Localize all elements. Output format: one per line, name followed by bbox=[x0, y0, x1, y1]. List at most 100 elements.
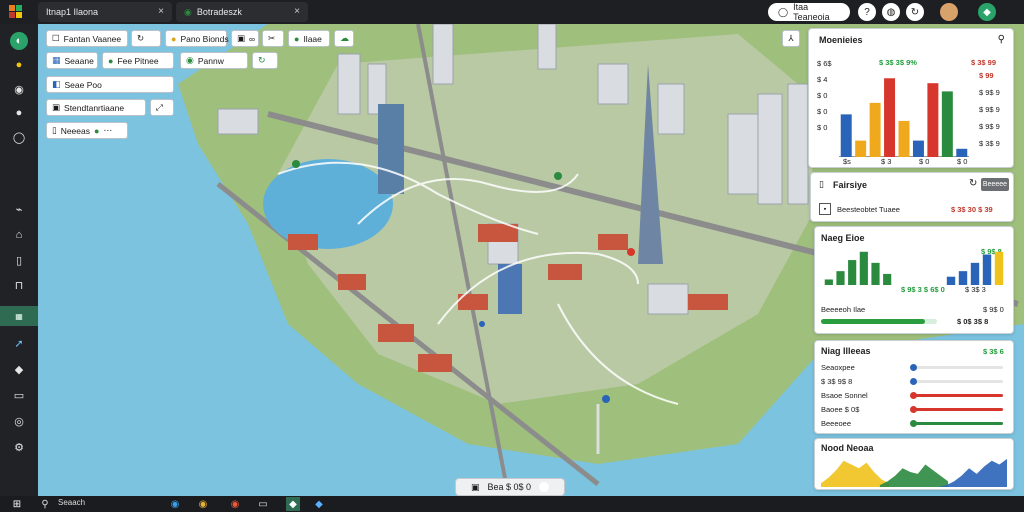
left-axis-label: $ 0 bbox=[817, 107, 828, 116]
bottom-chip[interactable]: ▣ Bea $ 0$ 0 bbox=[455, 478, 565, 496]
toolbar-chip-2[interactable]: ● Pano Bionds bbox=[165, 30, 229, 47]
map-settings-button[interactable]: ⅄ bbox=[782, 30, 800, 47]
active-tool-icon[interactable]: ▦ bbox=[0, 306, 38, 326]
refresh-icon[interactable]: ↻ bbox=[969, 178, 977, 189]
toolbar-chip-10[interactable]: ▣ Stendtanrtiaane bbox=[46, 99, 146, 116]
right-axis-label: $ 99 bbox=[979, 71, 994, 80]
layers-icon[interactable]: ◉ bbox=[10, 80, 28, 98]
close-icon[interactable]: × bbox=[158, 6, 164, 17]
toolbar-chip-7[interactable]: ● Fee Pitnee bbox=[102, 52, 174, 69]
naeg-mid-left: $ 9$ 3 $ 6$ 0 bbox=[901, 285, 945, 294]
left-axis-label: $ 0 bbox=[817, 123, 828, 132]
home-icon[interactable]: ◐ bbox=[10, 32, 28, 50]
account-pill-label: Itaa Teaneoia bbox=[793, 2, 830, 22]
naeg-right-bar[interactable] bbox=[958, 271, 968, 285]
monitor-bar[interactable] bbox=[941, 91, 953, 157]
cloud-icon: ☁ bbox=[340, 33, 349, 43]
monitor-bar[interactable] bbox=[956, 148, 968, 157]
toolbar-chip-6[interactable]: ▦ Seaane bbox=[46, 52, 98, 69]
toolbar-chip-3[interactable]: ▣ ∞ bbox=[231, 30, 259, 47]
naeg-left-bar[interactable] bbox=[871, 262, 880, 285]
niag-row-knob[interactable] bbox=[910, 364, 917, 371]
clock-icon[interactable]: ◯ bbox=[10, 128, 28, 146]
tag-icon[interactable]: ◆ bbox=[10, 360, 28, 378]
naeg-left-bar[interactable] bbox=[883, 273, 892, 285]
monitor-bar[interactable] bbox=[855, 140, 867, 157]
globe-icon[interactable]: ◍ bbox=[882, 3, 900, 21]
niag-row-knob[interactable] bbox=[910, 392, 917, 399]
close-icon[interactable] bbox=[539, 482, 550, 492]
toolbar-chip-8[interactable]: ◉ Pannw bbox=[180, 52, 248, 69]
leaf-icon: ● bbox=[108, 55, 114, 66]
niag-row-knob[interactable] bbox=[910, 420, 917, 427]
niag-row-label: Baoee $ 0$ bbox=[821, 405, 860, 414]
monitor-bar[interactable] bbox=[912, 140, 924, 157]
monitor-bar[interactable] bbox=[840, 114, 852, 157]
tab-main[interactable]: Itnap1 Ilaona × bbox=[38, 2, 172, 22]
naeg-left-bar[interactable] bbox=[859, 251, 868, 285]
building-icon[interactable]: ⌂ bbox=[10, 226, 28, 244]
chrome-icon[interactable]: ◉ bbox=[196, 497, 210, 511]
taskbar-search-label[interactable]: Seaach bbox=[58, 498, 85, 507]
smile-icon[interactable]: ● bbox=[10, 56, 28, 74]
terminal-icon[interactable]: ▭ bbox=[256, 497, 270, 511]
niag-row-label: Beeeoee bbox=[821, 419, 852, 428]
cloud-button[interactable]: ☁ bbox=[334, 30, 354, 47]
search-icon[interactable]: ⚲ bbox=[38, 497, 52, 511]
map-app-icon[interactable]: ◆ bbox=[286, 497, 300, 511]
settings-icon[interactable]: ⚙ bbox=[10, 438, 28, 456]
taskbar: ⊞ ⚲ Seaach ◉ ◉ ◉ ▭ ◆ ◆ bbox=[0, 496, 1024, 512]
toolbar-chip-1[interactable]: ☐ Fantan Vaanee bbox=[46, 30, 128, 47]
sync-button[interactable]: ↻ bbox=[252, 52, 278, 69]
pin-icon[interactable]: ● bbox=[10, 104, 28, 122]
monitor-bar[interactable] bbox=[927, 83, 939, 157]
monitor-bar[interactable] bbox=[884, 78, 896, 157]
toolbar-chip-9[interactable]: ◧ Seae Poo bbox=[46, 76, 174, 93]
niag-row-track bbox=[910, 364, 1003, 371]
alert-icon[interactable]: ◎ bbox=[10, 412, 28, 430]
fairsiye-button[interactable]: Beeeee bbox=[981, 178, 1009, 191]
refresh-button[interactable]: ↻ bbox=[131, 30, 161, 47]
niag-row-knob[interactable] bbox=[910, 406, 917, 413]
shield-icon[interactable]: ◆ bbox=[312, 497, 326, 511]
naeg-left-bar[interactable] bbox=[848, 260, 857, 285]
nood-series-area[interactable] bbox=[821, 460, 890, 487]
niag-row-knob[interactable] bbox=[910, 378, 917, 385]
account-pill[interactable]: ◯ Itaa Teaneoia bbox=[768, 2, 850, 22]
green-app-icon[interactable]: ◆ bbox=[978, 3, 996, 21]
naeg-right-bar[interactable] bbox=[946, 276, 956, 285]
help-icon[interactable]: ? bbox=[858, 3, 876, 21]
nood-panel: Nood Neoaa bbox=[814, 438, 1014, 490]
checkbox-icon: ☐ bbox=[52, 33, 60, 43]
car-icon[interactable]: ▭ bbox=[10, 386, 28, 404]
monitor-bar[interactable] bbox=[869, 102, 881, 157]
rocket-icon[interactable]: ➚ bbox=[10, 334, 28, 352]
search-icon[interactable]: ⚲ bbox=[998, 34, 1005, 45]
naeg-left-bar[interactable] bbox=[836, 271, 845, 285]
route-icon[interactable]: ⌁ bbox=[10, 200, 28, 218]
share-icon[interactable]: ↻ bbox=[906, 3, 924, 21]
naeg-right-bar[interactable] bbox=[970, 262, 980, 285]
naeg-left-bar[interactable] bbox=[824, 279, 833, 285]
app-icon[interactable]: ◉ bbox=[228, 497, 242, 511]
toolbar-chip-4[interactable]: ✂ bbox=[262, 30, 284, 47]
pin-icon: ⅄ bbox=[788, 33, 794, 43]
nood-series-area[interactable] bbox=[879, 464, 949, 488]
monitor-bar[interactable] bbox=[898, 120, 910, 157]
nood-series-area[interactable] bbox=[938, 458, 1007, 487]
close-icon[interactable]: × bbox=[294, 6, 300, 17]
toolbar-chip-5[interactable]: ● Ilaae bbox=[288, 30, 330, 47]
app-logo-icon[interactable] bbox=[8, 3, 24, 20]
bookmark-icon[interactable]: ⊓ bbox=[10, 276, 28, 294]
avatar[interactable] bbox=[940, 3, 958, 21]
naeg-right-bar[interactable] bbox=[994, 251, 1004, 285]
expand-button[interactable]: ⤢ bbox=[150, 99, 174, 116]
doc-icon[interactable]: ▯ bbox=[10, 251, 28, 269]
naeg-right-bar[interactable] bbox=[982, 254, 992, 285]
toolbar-chip-11[interactable]: ▯ Neeeas ● ⋯ bbox=[46, 122, 128, 139]
edge-icon[interactable]: ◉ bbox=[168, 497, 182, 511]
naeg-panel: Naeg Eioe $ 9$ 8 $ 9$ 3 $ 6$ 0 $ 3$ 3 Be… bbox=[814, 226, 1014, 334]
tab-secondary[interactable]: ◉ Botradeszk × bbox=[176, 2, 308, 22]
city-map[interactable]: ☐ Fantan Vaanee ↻ ● Pano Bionds ▣ ∞ ✂ ● I… bbox=[38, 24, 1024, 496]
windows-icon[interactable]: ⊞ bbox=[10, 497, 24, 511]
